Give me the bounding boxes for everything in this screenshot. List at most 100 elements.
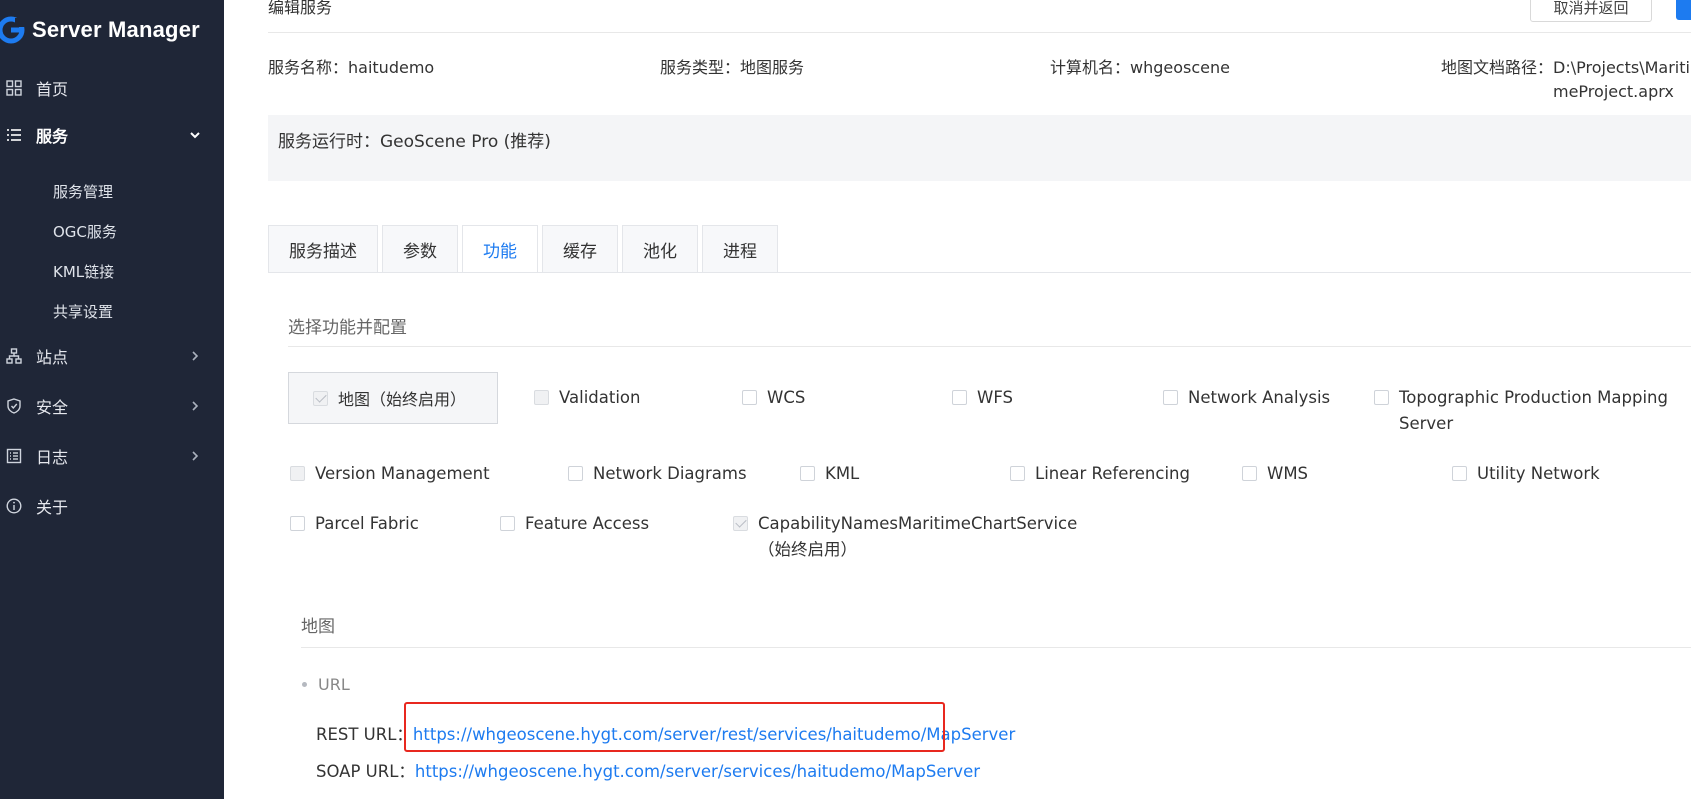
cancel-and-return-button[interactable]: 取消并返回 — [1530, 0, 1652, 22]
service-name-label: 服务名称： — [268, 58, 349, 77]
map-section-title: 地图 — [301, 617, 335, 637]
runtime-value: GeoScene Pro (推荐) — [380, 132, 551, 152]
checkbox[interactable] — [290, 516, 305, 531]
checkbox-checked-disabled — [313, 390, 328, 406]
capability-network-diagrams[interactable]: Network Diagrams — [568, 461, 747, 487]
tab-capabilities[interactable]: 功能 — [462, 225, 538, 273]
capability-kml[interactable]: KML — [800, 461, 859, 487]
sidebar-subitem-ogc-services[interactable]: OGC服务 — [53, 216, 117, 246]
checkbox[interactable] — [568, 466, 583, 481]
tab-caching[interactable]: 缓存 — [542, 225, 618, 273]
chevron-down-icon — [188, 128, 202, 142]
capability-label: WFS — [977, 388, 1013, 407]
capability-wms[interactable]: WMS — [1242, 461, 1308, 487]
divider — [288, 346, 1691, 347]
logo-icon — [0, 16, 26, 44]
service-name-field: 服务名称：haitudemo — [268, 56, 434, 80]
capability-label-line: （始终启用） — [758, 540, 857, 559]
capability-network-analysis[interactable]: Network Analysis — [1163, 385, 1330, 411]
save-button[interactable] — [1676, 0, 1691, 20]
highlight-box — [404, 702, 945, 752]
service-type-label: 服务类型： — [660, 58, 741, 77]
capability-parcel-fabric[interactable]: Parcel Fabric — [290, 511, 419, 537]
main-content: 编辑服务 取消并返回 服务名称：haitudemo 服务类型：地图服务 计算机名… — [224, 0, 1691, 799]
capability-wcs[interactable]: WCS — [742, 385, 805, 411]
capabilities-section-title: 选择功能并配置 — [288, 318, 407, 338]
sidebar-item-site[interactable]: 站点 — [0, 334, 224, 378]
capability-label: KML — [825, 464, 860, 483]
sidebar-subitem-sharing-settings[interactable]: 共享设置 — [53, 296, 113, 326]
capability-validation[interactable]: Validation — [534, 385, 640, 411]
capability-label: Version Management — [315, 464, 490, 483]
sidebar-item-about[interactable]: 关于 — [0, 484, 224, 528]
machine-name-value: whgeoscene — [1130, 58, 1230, 77]
divider — [301, 647, 1691, 648]
capability-label: WCS — [767, 388, 806, 407]
checkbox[interactable] — [290, 466, 305, 481]
capability-label: WMS — [1267, 464, 1309, 483]
tab-pooling[interactable]: 池化 — [622, 225, 698, 273]
divider — [268, 272, 1691, 273]
capability-version-management[interactable]: Version Management — [290, 461, 490, 487]
brand-name: Server Manager — [32, 17, 200, 42]
capability-label: Validation — [559, 388, 641, 407]
soap-url-label: SOAP URL： — [316, 762, 415, 781]
capability-label: Network Analysis — [1188, 388, 1331, 407]
checkbox[interactable] — [742, 390, 757, 405]
capability-label: Linear Referencing — [1035, 464, 1190, 483]
checkbox[interactable] — [1242, 466, 1257, 481]
checkbox[interactable] — [1163, 390, 1178, 405]
service-name-value: haitudemo — [348, 58, 435, 77]
checkbox[interactable] — [500, 516, 515, 531]
checkbox[interactable] — [534, 390, 549, 405]
grid-icon — [4, 78, 24, 98]
capability-map[interactable]: 地图（始终启用） — [288, 372, 498, 424]
service-type-value: 地图服务 — [740, 58, 805, 77]
info-icon — [4, 496, 24, 516]
shield-icon — [4, 396, 24, 416]
url-heading: URL — [302, 675, 350, 694]
capability-label: Utility Network — [1477, 464, 1600, 483]
sidebar-subitem-service-management[interactable]: 服务管理 — [53, 176, 113, 206]
tab-parameters[interactable]: 参数 — [382, 225, 458, 273]
checkbox[interactable] — [952, 390, 967, 405]
capability-maritime-chart-service[interactable]: CapabilityNamesMaritimeChartService （始终启用… — [733, 511, 1077, 563]
checkbox[interactable] — [1374, 390, 1389, 405]
tab-processes[interactable]: 进程 — [702, 225, 778, 273]
capability-topographic-production[interactable]: Topographic Production Mapping Server — [1374, 385, 1668, 437]
sidebar-item-security[interactable]: 安全 — [0, 384, 224, 428]
chevron-right-icon — [188, 449, 202, 463]
capability-linear-referencing[interactable]: Linear Referencing — [1010, 461, 1190, 487]
log-icon — [4, 446, 24, 466]
runtime-panel: 服务运行时：GeoScene Pro (推荐) — [268, 115, 1691, 181]
capability-wfs[interactable]: WFS — [952, 385, 1013, 411]
brand[interactable]: Server Manager — [0, 10, 200, 50]
soap-url-row: SOAP URL：https://whgeoscene.hygt.com/ser… — [316, 758, 980, 782]
tab-bar: 服务描述 参数 功能 缓存 池化 进程 — [268, 225, 782, 273]
chevron-right-icon — [188, 349, 202, 363]
capability-utility-network[interactable]: Utility Network — [1452, 461, 1600, 487]
capability-label: Topographic Production Mapping Server — [1399, 385, 1668, 437]
soap-url-link[interactable]: https://whgeoscene.hygt.com/server/servi… — [415, 762, 980, 781]
service-type-field: 服务类型：地图服务 — [660, 56, 804, 80]
map-doc-path-value: D:\Projects\Mariti — [1553, 58, 1690, 77]
capability-label-line: Server — [1399, 414, 1454, 433]
sidebar-item-services[interactable]: 服务 — [0, 113, 224, 157]
capability-label: Parcel Fabric — [315, 514, 419, 533]
checkbox[interactable] — [1452, 466, 1467, 481]
chevron-right-icon — [188, 399, 202, 413]
capability-label: Feature Access — [525, 514, 650, 533]
capability-feature-access[interactable]: Feature Access — [500, 511, 649, 537]
checkbox[interactable] — [800, 466, 815, 481]
map-doc-path-value-cont: meProject.aprx — [1553, 82, 1674, 101]
list-icon — [4, 125, 24, 145]
rest-url-label: REST URL： — [316, 725, 413, 744]
page-title: 编辑服务 — [268, 0, 333, 17]
checkbox[interactable] — [1010, 466, 1025, 481]
capability-label: Network Diagrams — [593, 464, 747, 483]
sidebar-item-logs[interactable]: 日志 — [0, 434, 224, 478]
divider — [268, 32, 1691, 33]
sidebar-item-home[interactable]: 首页 — [0, 66, 224, 110]
tab-service-description[interactable]: 服务描述 — [268, 225, 378, 273]
sidebar-subitem-kml-links[interactable]: KML链接 — [53, 256, 114, 286]
